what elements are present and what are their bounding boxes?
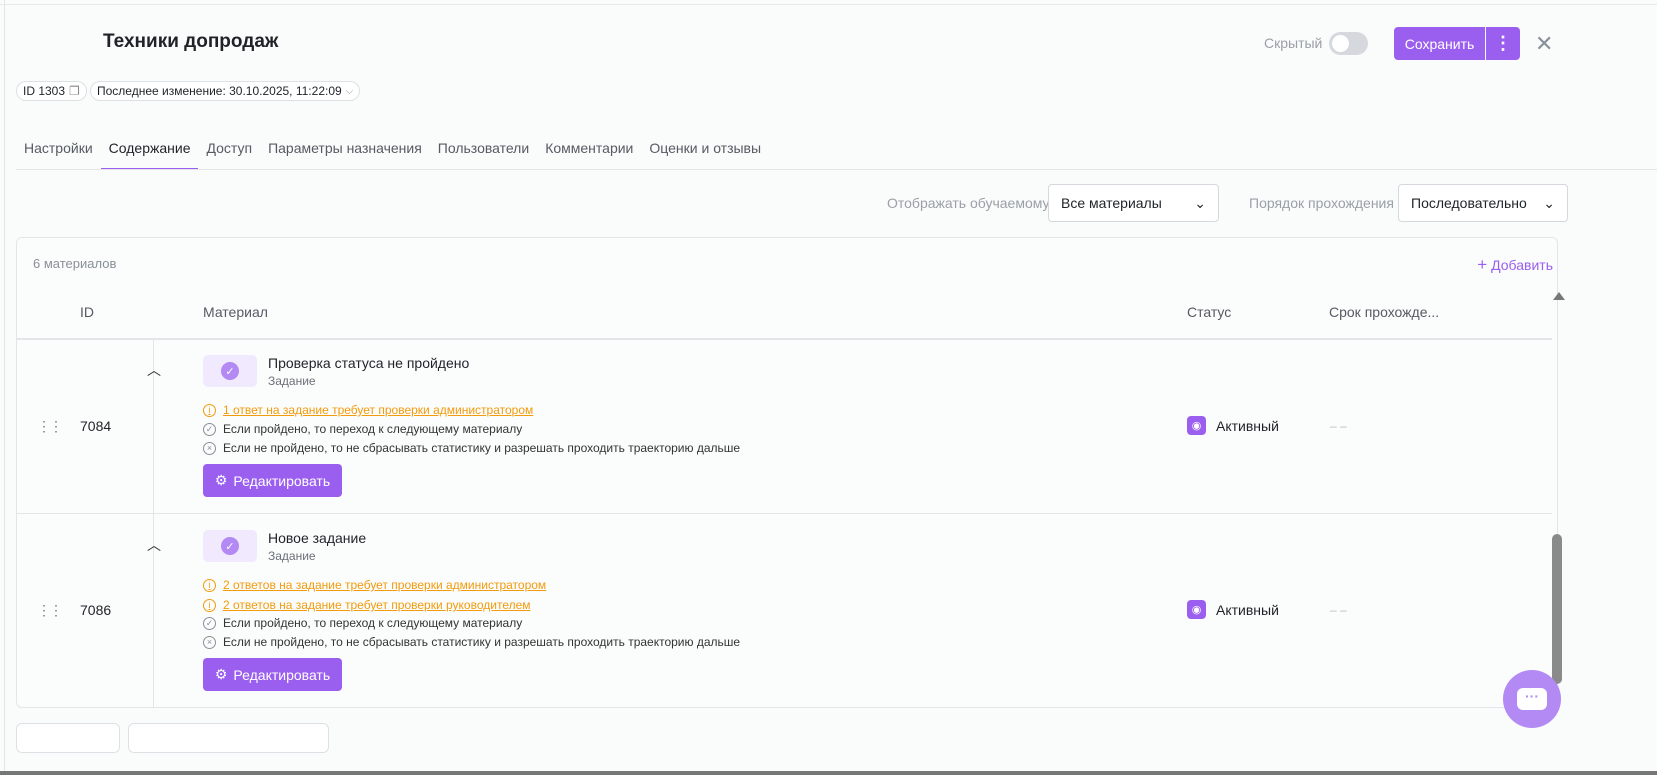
top-border (0, 4, 1657, 5)
deadline: – – (1330, 603, 1347, 617)
header-divider (17, 338, 1552, 340)
status-text: Активный (1216, 601, 1279, 618)
materials-count: 6 материалов (33, 256, 117, 271)
col-material[interactable]: Материал (203, 304, 268, 320)
x-circle-icon: × (203, 441, 216, 455)
pass-text: Если пройдено, то переход к следующему м… (223, 422, 523, 436)
plus-icon: + (1477, 255, 1488, 274)
status: ◉ Активный (1187, 416, 1279, 435)
row-id: 7086 (80, 602, 112, 618)
tab-comments[interactable]: Комментарии (537, 136, 641, 170)
row-divider (17, 513, 1552, 514)
gear-icon: ⚙ (214, 666, 228, 682)
fail-text: Если не пройдено, то не сбрасывать стати… (223, 635, 741, 649)
info-icon: i (203, 578, 216, 592)
eye-icon: ◉ (1187, 416, 1206, 435)
col-id[interactable]: ID (80, 304, 94, 320)
warning-text: 1 ответ на задание требует проверки адми… (223, 403, 534, 417)
display-value: Все материалы (1061, 195, 1162, 211)
materials-table: 6 материалов + Добавить ID Материал Стат… (16, 237, 1558, 708)
edit-label: Редактировать (233, 472, 331, 489)
material-name[interactable]: Новое задание (268, 530, 366, 546)
task-thumbnail: ✓ (203, 355, 257, 387)
page-title: Техники допродаж (103, 31, 279, 52)
close-icon[interactable]: ✕ (1535, 31, 1553, 57)
left-border (4, 0, 5, 775)
tab-ratings[interactable]: Оценки и отзывы (641, 136, 769, 170)
id-chip[interactable]: ID 1303 ❐ (16, 81, 87, 101)
status: ◉ Активный (1187, 600, 1279, 619)
warning-text: 2 ответов на задание требует проверки ад… (223, 578, 547, 592)
pass-rule: ✓ Если пройдено, то переход к следующему … (203, 422, 522, 436)
pass-rule: ✓ Если пройдено, то переход к следующему … (203, 616, 522, 630)
info-icon: i (203, 598, 216, 612)
row-id: 7084 (80, 418, 112, 434)
save-button[interactable]: Сохранить (1394, 27, 1485, 60)
more-options-button[interactable]: ⋮ (1486, 27, 1520, 60)
tabs: Настройки Содержание Доступ Параметры на… (16, 136, 769, 170)
id-text: ID 1303 (23, 84, 66, 98)
chevron-down-icon: ⌄ (1194, 194, 1206, 211)
display-select[interactable]: Все материалы ⌄ (1048, 184, 1219, 222)
tabs-divider (16, 169, 1657, 170)
pass-text: Если пройдено, то переход к следующему м… (223, 616, 523, 630)
check-icon: ✓ (221, 362, 239, 380)
material-type: Задание (268, 549, 316, 563)
x-circle-icon: × (203, 635, 216, 649)
order-select[interactable]: Последовательно ⌄ (1398, 184, 1568, 222)
deadline: – – (1330, 419, 1347, 433)
tab-users[interactable]: Пользователи (430, 136, 537, 170)
pagination[interactable] (16, 723, 120, 753)
drag-handle-icon[interactable]: ⋮⋮ (37, 602, 63, 619)
copy-icon[interactable]: ❐ (69, 84, 80, 98)
edit-label: Редактировать (233, 666, 331, 683)
fail-text: Если не пройдено, то не сбрасывать стати… (223, 441, 741, 455)
collapse-chevron-icon[interactable]: ︿ (147, 535, 161, 555)
tab-assignment-params[interactable]: Параметры назначения (260, 136, 430, 170)
add-button[interactable]: + Добавить (1477, 255, 1553, 275)
review-warning-link[interactable]: i 2 ответов на задание требует проверки а… (203, 578, 546, 592)
eye-icon: ◉ (1187, 600, 1206, 619)
hidden-toggle[interactable] (1329, 32, 1368, 55)
fail-rule: × Если не пройдено, то не сбрасывать стат… (203, 635, 740, 649)
review-warning-link[interactable]: i 2 ответов на задание требует проверки р… (203, 598, 531, 612)
info-icon: i (203, 403, 216, 417)
gear-icon: ⚙ (214, 472, 228, 488)
review-warning-link[interactable]: i 1 ответ на задание требует проверки адм… (203, 403, 533, 417)
scroll-up-arrow-icon[interactable] (1553, 292, 1565, 300)
order-value: Последовательно (1411, 195, 1527, 211)
fail-rule: × Если не пройдено, то не сбрасывать стат… (203, 441, 740, 455)
status-text: Активный (1216, 417, 1279, 434)
tab-settings[interactable]: Настройки (16, 136, 101, 170)
edit-button[interactable]: ⚙ Редактировать (203, 658, 342, 691)
check-icon: ✓ (221, 537, 239, 555)
chevron-down-icon: ⌄ (1543, 194, 1555, 211)
last-change-chip[interactable]: Последнее изменение: 30.10.2025, 11:22:0… (90, 81, 361, 101)
hidden-label: Скрытый (1264, 35, 1323, 51)
warning-text: 2 ответов на задание требует проверки ру… (223, 598, 531, 612)
check-circle-icon: ✓ (203, 616, 216, 630)
col-status[interactable]: Статус (1187, 304, 1231, 320)
order-label: Порядок прохождения (1249, 195, 1394, 211)
edit-button[interactable]: ⚙ Редактировать (203, 464, 342, 497)
chat-icon: ··· (1517, 688, 1547, 710)
col-deadline[interactable]: Срок прохожде... (1329, 304, 1439, 320)
scrollbar-thumb[interactable] (1552, 534, 1562, 684)
page-size-select[interactable] (128, 723, 329, 753)
task-thumbnail: ✓ (203, 530, 257, 562)
collapse-chevron-icon[interactable]: ︿ (147, 360, 161, 380)
check-circle-icon: ✓ (203, 422, 216, 436)
add-label: Добавить (1491, 257, 1553, 273)
last-change-text: Последнее изменение: 30.10.2025, 11:22:0… (97, 84, 342, 98)
chat-button[interactable]: ··· (1503, 670, 1561, 728)
chevron-down-icon: ⌵ (345, 85, 354, 97)
material-type: Задание (268, 374, 316, 388)
bottom-border (0, 771, 1657, 775)
drag-handle-icon[interactable]: ⋮⋮ (37, 418, 63, 435)
material-name[interactable]: Проверка статуса не пройдено (268, 355, 469, 371)
tab-access[interactable]: Доступ (198, 136, 260, 170)
display-label: Отображать обучаемому (887, 195, 1050, 211)
tab-content[interactable]: Содержание (100, 136, 199, 170)
